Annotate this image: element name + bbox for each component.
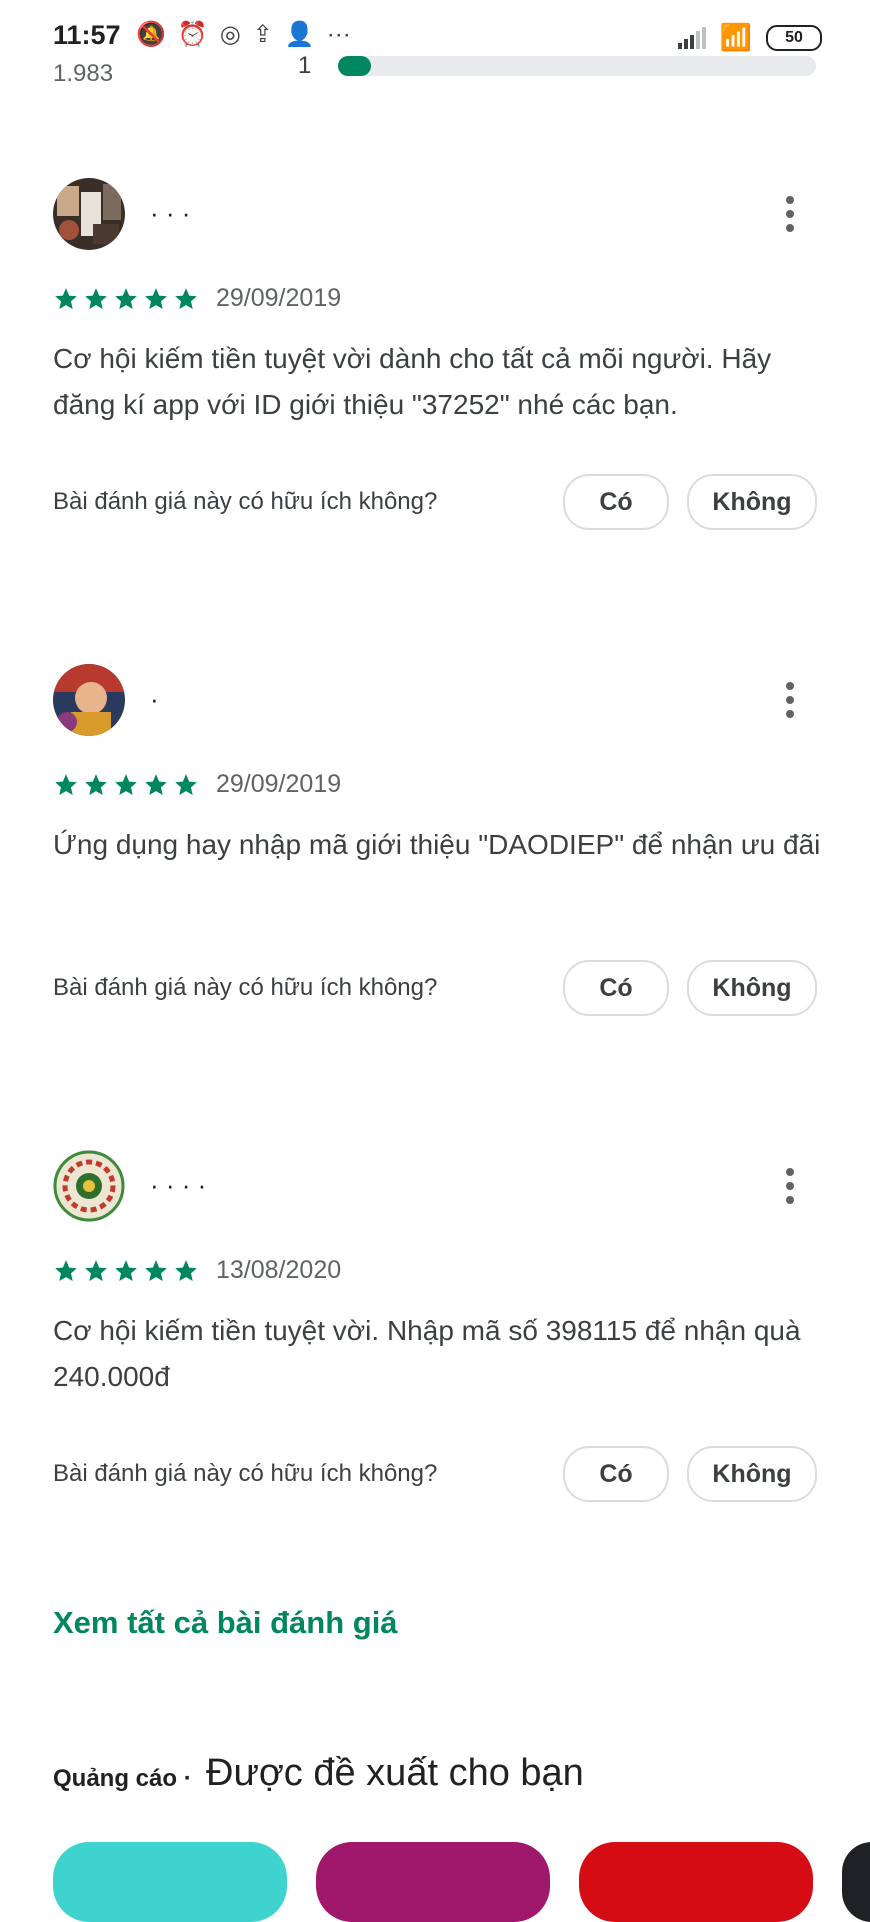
see-all-reviews-link[interactable]: Xem tất cả bài đánh giá: [53, 1605, 398, 1641]
star-icon: [115, 774, 137, 795]
helpful-question: Bài đánh giá này có hữu ích không?: [53, 974, 438, 1001]
review-date: 29/09/2019: [216, 770, 342, 798]
helpful-no-button[interactable]: Không: [687, 474, 817, 530]
avatar: [53, 664, 125, 736]
star-icon: [55, 288, 77, 309]
review-date: 29/09/2019: [216, 284, 342, 312]
alarm-icon: ⏰: [177, 21, 208, 48]
bell-off-icon: 🔕: [136, 21, 166, 48]
star-icon: [145, 1260, 167, 1281]
clock: 11:57: [53, 20, 121, 50]
more-options-button[interactable]: [770, 188, 810, 240]
star-icon: [85, 1260, 107, 1281]
ads-label: Quảng cáo ·: [53, 1765, 192, 1792]
star-rating: [53, 286, 199, 312]
helpful-yes-button[interactable]: Có: [563, 1446, 669, 1502]
helpful-yes-button[interactable]: Có: [563, 960, 669, 1016]
star-icon: [85, 288, 107, 309]
helpful-no-button[interactable]: Không: [687, 1446, 817, 1502]
more-icon: ···: [326, 21, 351, 48]
section-title: Được đề xuất cho bạn: [206, 1752, 584, 1794]
signal-icon: [677, 26, 706, 49]
helpful-yes-button[interactable]: Có: [563, 474, 669, 530]
star-icon: [175, 288, 197, 309]
review-text: Cơ hội kiếm tiền tuyệt vời. Nhập mã số 3…: [53, 1315, 801, 1392]
compass-icon: ◎: [219, 21, 241, 48]
more-options-button[interactable]: [770, 1160, 810, 1212]
avatar: [53, 178, 125, 250]
more-options-button[interactable]: [770, 674, 810, 726]
star-icon: [115, 1260, 137, 1281]
star-icon: [145, 774, 167, 795]
helpful-question: Bài đánh giá này có hữu ích không?: [53, 1460, 438, 1487]
reviewer-name: ·: [150, 684, 159, 714]
helpful-question: Bài đánh giá này có hữu ích không?: [53, 488, 438, 515]
recommended-app-tile[interactable]: [316, 1842, 550, 1922]
progress-fill: [338, 56, 372, 76]
avatar: [53, 1150, 125, 1222]
recommended-app-tile[interactable]: [53, 1842, 287, 1922]
star-icon: [85, 774, 107, 795]
helpful-no-button[interactable]: Không: [687, 960, 817, 1016]
review-date: 13/08/2020: [216, 1256, 342, 1284]
status-bar: 11:57 🔕 ⏰ ◎ ⇪ 👤 ··· 📶 50: [0, 0, 870, 60]
progress-label: 1: [298, 52, 312, 79]
star-icon: [175, 1260, 197, 1281]
reviewer-name: · · · ·: [150, 1170, 207, 1200]
review-text: Ứng dụng hay nhập mã giới thiệu "DAODIEP…: [53, 829, 821, 860]
star-icon: [115, 288, 137, 309]
review-text: Cơ hội kiếm tiền tuyệt vời dành cho tất …: [53, 343, 772, 420]
star-rating: [53, 772, 199, 798]
review-count: 1.983: [53, 60, 114, 87]
reviewer-name: · · ·: [150, 198, 191, 228]
person-add-icon: 👤: [284, 21, 315, 48]
star-icon: [175, 774, 197, 795]
star-icon: [55, 774, 77, 795]
star-icon: [145, 288, 167, 309]
progress-bar: [338, 56, 816, 76]
upload-icon: ⇪: [252, 21, 273, 48]
notification-icons: 🔕 ⏰ ◎ ⇪ 👤 ···: [136, 20, 351, 50]
wifi-icon: 📶: [719, 22, 752, 52]
recommended-app-tile[interactable]: [842, 1842, 870, 1922]
battery-icon: 50: [766, 24, 822, 51]
star-rating: [53, 1258, 199, 1284]
system-icons: 📶 50: [677, 22, 822, 53]
recommended-app-tile[interactable]: [579, 1842, 813, 1922]
star-icon: [55, 1260, 77, 1281]
